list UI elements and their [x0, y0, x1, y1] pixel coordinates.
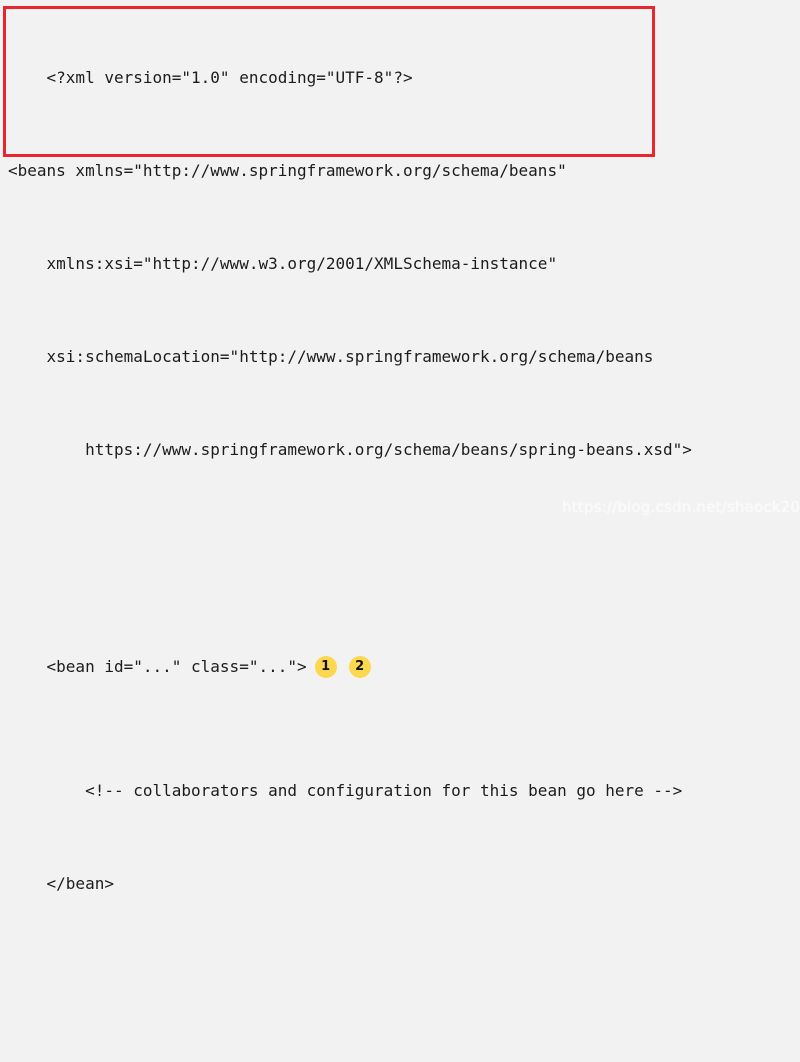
watermark-text: https://blog.csdn.net/shaock2018 — [562, 498, 800, 516]
code-line-0: <?xml version="1.0" encoding="UTF-8"?> — [8, 68, 413, 87]
code-line-10: <bean id="..." class="..."> — [0, 1054, 800, 1062]
code-line-6-text: <bean id="..." class="..."> — [8, 657, 307, 676]
code-line-2: xmlns:xsi="http://www.w3.org/2001/XMLSch… — [8, 254, 558, 273]
code-line-3: xsi:schemaLocation="http://www.springfra… — [8, 347, 654, 366]
code-line-6-with-callouts: <bean id="..." class="..."> 1 2 — [0, 651, 800, 682]
code-line-4: https://www.springframework.org/schema/b… — [8, 440, 692, 459]
code-line-1: <beans xmlns="http://www.springframework… — [8, 161, 567, 180]
code-line-7: <!-- collaborators and configuration for… — [8, 781, 683, 800]
code-line-8: </bean> — [8, 874, 114, 893]
xml-code-block: <?xml version="1.0" encoding="UTF-8"?> <… — [0, 0, 800, 1062]
code-snippet-screenshot: <?xml version="1.0" encoding="UTF-8"?> <… — [0, 0, 800, 1062]
callout-badge-2[interactable]: 2 — [348, 655, 371, 678]
callout-badge-1[interactable]: 1 — [314, 655, 337, 678]
